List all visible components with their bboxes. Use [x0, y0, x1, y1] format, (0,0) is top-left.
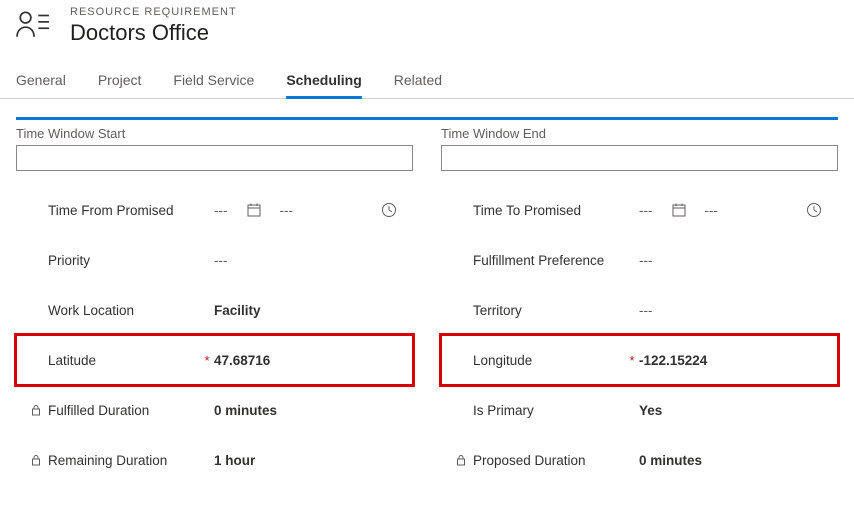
section-label-time-window-start: Time Window Start [16, 126, 413, 141]
value-fulfillment-preference[interactable]: --- [639, 253, 653, 268]
date-value[interactable]: --- [214, 203, 228, 218]
required-marker: * [200, 353, 214, 368]
lock-icon [455, 454, 467, 466]
record-type-label: RESOURCE REQUIREMENT [70, 6, 237, 18]
label-fulfillment-preference: Fulfillment Preference [473, 253, 604, 268]
time-value[interactable]: --- [280, 203, 294, 218]
row-time-from-promised: Time From Promised --- --- [16, 185, 413, 235]
label-longitude: Longitude [473, 353, 532, 368]
label-time-from-promised: Time From Promised [48, 203, 174, 218]
row-proposed-duration: Proposed Duration 0 minutes [441, 435, 838, 485]
left-column: Time Window Start Time From Promised ---… [16, 126, 413, 485]
tab-field-service[interactable]: Field Service [173, 64, 254, 98]
label-time-to-promised: Time To Promised [473, 203, 581, 218]
label-work-location: Work Location [48, 303, 134, 318]
page-header: RESOURCE REQUIREMENT Doctors Office [0, 0, 854, 56]
row-fulfilled-duration: Fulfilled Duration 0 minutes [16, 385, 413, 435]
required-marker: * [625, 353, 639, 368]
lock-icon [30, 404, 42, 416]
tab-scheduling[interactable]: Scheduling [286, 64, 361, 98]
label-remaining-duration: Remaining Duration [48, 453, 167, 468]
calendar-icon[interactable] [246, 202, 262, 218]
calendar-icon[interactable] [671, 202, 687, 218]
row-time-to-promised: Time To Promised --- --- [441, 185, 838, 235]
time-value[interactable]: --- [705, 203, 719, 218]
clock-icon[interactable] [381, 202, 397, 218]
value-fulfilled-duration: 0 minutes [214, 403, 277, 418]
value-longitude[interactable]: -122.15224 [639, 353, 707, 368]
tab-related[interactable]: Related [394, 64, 442, 98]
row-territory: Territory --- [441, 285, 838, 335]
value-is-primary[interactable]: Yes [639, 403, 662, 418]
row-fulfillment-preference: Fulfillment Preference --- [441, 235, 838, 285]
row-is-primary: Is Primary Yes [441, 385, 838, 435]
right-column: Time Window End Time To Promised --- --- [441, 126, 838, 485]
value-proposed-duration: 0 minutes [639, 453, 702, 468]
form-body: Time Window Start Time From Promised ---… [0, 120, 854, 485]
value-remaining-duration: 1 hour [214, 453, 255, 468]
row-longitude: Longitude * -122.15224 [441, 335, 838, 385]
value-work-location[interactable]: Facility [214, 303, 261, 318]
label-fulfilled-duration: Fulfilled Duration [48, 403, 149, 418]
value-territory[interactable]: --- [639, 303, 653, 318]
row-priority: Priority --- [16, 235, 413, 285]
label-priority: Priority [48, 253, 90, 268]
tab-project[interactable]: Project [98, 64, 142, 98]
time-window-start-input[interactable] [16, 145, 413, 171]
section-label-time-window-end: Time Window End [441, 126, 838, 141]
label-proposed-duration: Proposed Duration [473, 453, 586, 468]
value-latitude[interactable]: 47.68716 [214, 353, 270, 368]
time-window-end-input[interactable] [441, 145, 838, 171]
label-territory: Territory [473, 303, 522, 318]
lock-icon [30, 454, 42, 466]
tab-bar: General Project Field Service Scheduling… [0, 64, 854, 99]
row-remaining-duration: Remaining Duration 1 hour [16, 435, 413, 485]
row-latitude: Latitude * 47.68716 [16, 335, 413, 385]
date-value[interactable]: --- [639, 203, 653, 218]
value-priority[interactable]: --- [214, 253, 228, 268]
clock-icon[interactable] [806, 202, 822, 218]
label-latitude: Latitude [48, 353, 96, 368]
page-title: Doctors Office [70, 20, 237, 46]
tab-general[interactable]: General [16, 64, 66, 98]
label-is-primary: Is Primary [473, 403, 534, 418]
resource-requirement-icon [16, 7, 50, 46]
row-work-location: Work Location Facility [16, 285, 413, 335]
